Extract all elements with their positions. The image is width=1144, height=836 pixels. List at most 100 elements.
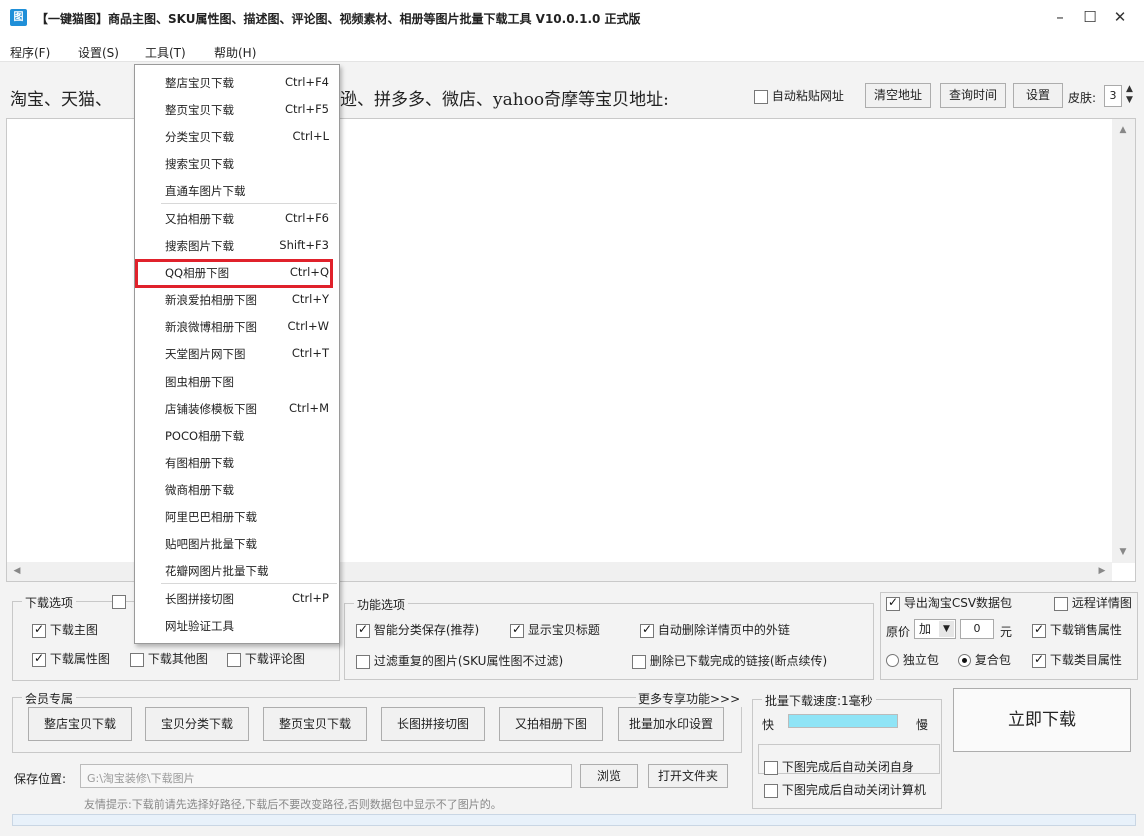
app-logo-icon: 图 [10,9,27,26]
member-youpai-album-button[interactable]: 又拍相册下图 [499,707,603,741]
tools-menu-item[interactable]: 天堂图片网下图 Ctrl+T [135,340,339,367]
clear-url-button[interactable]: 清空地址 [865,83,931,108]
remote-detail-checkbox[interactable]: 远程详情图 [1054,594,1132,611]
download-main-image-checkbox[interactable]: 下载主图 [32,621,98,638]
download-sales-attr-checkbox[interactable]: 下载销售属性 [1032,621,1122,638]
member-category-download-button[interactable]: 宝贝分类下载 [145,707,249,741]
minimize-button[interactable]: – [1046,4,1074,30]
member-long-image-button[interactable]: 长图拼接切图 [381,707,485,741]
tools-menu-item[interactable]: 网址验证工具 [135,612,339,639]
menu-help[interactable]: 帮助(H) [214,44,256,61]
open-folder-button[interactable]: 打开文件夹 [648,764,728,788]
menu-settings[interactable]: 设置(S) [78,44,119,61]
menu-separator [161,203,337,204]
tools-menu-item[interactable]: 整页宝贝下载 Ctrl+F5 [135,96,339,123]
member-store-download-button[interactable]: 整店宝贝下载 [28,707,132,741]
tools-menu-item-label: 又拍相册下载 [165,212,234,226]
download-category-attr-label: 下载类目属性 [1049,653,1122,667]
vertical-scrollbar[interactable] [1112,119,1135,563]
tools-menu-item[interactable]: 搜索图片下载 Shift+F3 [135,232,339,259]
tools-menu-item[interactable]: 长图拼接切图 Ctrl+P [135,585,339,612]
download-options-extra-checkbox[interactable] [112,594,126,609]
delete-done-links-checkbox[interactable]: 删除已下载完成的链接(断点续传) [632,652,827,669]
combo-package-label: 复合包 [974,653,1011,667]
scroll-left-icon[interactable]: ◀ [8,562,26,580]
tools-menu-item-label: 分类宝贝下载 [165,130,234,144]
tools-menu-item[interactable]: 有图相册下载 [135,449,339,476]
download-attr-image-label: 下载属性图 [49,652,110,666]
tools-menu-item-label: 新浪爱拍相册下图 [165,293,257,307]
settings-button[interactable]: 设置 [1013,83,1063,108]
tools-menu-item-label: 搜索宝贝下载 [165,157,234,171]
tools-menu-item-shortcut: Ctrl+F4 [284,75,329,89]
tools-menu-item[interactable]: 新浪微博相册下图 Ctrl+W [135,313,339,340]
tools-menu-item-label: 阿里巴巴相册下载 [165,510,257,524]
tools-menu-item-label: 搜索图片下载 [165,239,234,253]
price-label: 原价 [886,625,911,639]
filter-duplicate-checkbox[interactable]: 过滤重复的图片(SKU属性图不过滤) [356,652,563,669]
auto-remove-links-label: 自动删除详情页中的外链 [657,623,790,637]
price-unit: 元 [1000,625,1013,639]
tools-menu-item-label: 新浪微博相册下图 [165,320,257,334]
price-operator-select[interactable]: 加 ▼ [914,619,956,639]
url-label-right: 逊、拼多多、微店、yahoo奇摩等宝贝地址: [340,90,669,110]
price-value-input[interactable]: 0 [960,619,994,639]
download-comment-image-checkbox[interactable]: 下载评论图 [227,650,305,667]
download-now-button[interactable]: 立即下载 [953,688,1131,752]
download-category-attr-checkbox[interactable]: 下载类目属性 [1032,651,1122,668]
tools-menu-item-label: 整店宝贝下载 [165,76,234,90]
menu-program[interactable]: 程序(F) [10,44,50,61]
export-csv-checkbox[interactable]: 导出淘宝CSV数据包 [886,594,1016,611]
tools-menu-item[interactable]: 花瓣网图片批量下载 [135,557,339,584]
price-operator-value: 加 [919,622,932,636]
show-title-checkbox[interactable]: 显示宝贝标题 [510,621,600,638]
tools-menu-item-shortcut: Ctrl+Y [291,292,329,306]
close-button[interactable]: ✕ [1106,4,1134,30]
tools-menu-item-label: 有图相册下载 [165,456,234,470]
tip-text: 友情提示:下载前请先选择好路径,下载后不要改变路径,否则数据包中显示不了图片的。 [84,798,502,811]
query-time-button[interactable]: 查询时间 [940,83,1006,108]
scroll-down-icon[interactable]: ▼ [1114,543,1132,561]
tools-menu-item[interactable]: 阿里巴巴相册下载 [135,503,339,530]
tools-menu-item[interactable]: 贴吧图片批量下载 [135,530,339,557]
auto-remove-links-checkbox[interactable]: 自动删除详情页中的外链 [640,621,790,638]
tools-menu-item[interactable]: 直通车图片下载 [135,177,339,204]
smart-save-checkbox[interactable]: 智能分类保存(推荐) [356,621,479,638]
browse-button[interactable]: 浏览 [580,764,638,788]
save-path-input[interactable]: G:\淘宝装修\下载图片 [80,764,572,788]
scroll-up-icon[interactable]: ▲ [1114,121,1132,139]
menu-tools[interactable]: 工具(T) [145,44,186,61]
tools-menu-item-label: 微商相册下载 [165,483,234,497]
more-features-link[interactable]: 更多专享功能>>> [636,690,743,707]
download-attr-image-checkbox[interactable]: 下载属性图 [32,650,110,667]
close-self-checkbox[interactable]: 下图完成后自动关闭自身 [764,758,914,775]
download-other-image-checkbox[interactable]: 下载其他图 [130,650,208,667]
skin-input[interactable]: 3 [1104,85,1122,107]
tools-menu-item[interactable]: 图虫相册下图 [135,368,339,395]
speed-slider-fill [789,715,897,727]
maximize-button[interactable]: ☐ [1076,4,1104,30]
auto-paste-checkbox[interactable]: 自动粘贴网址 [754,87,844,104]
single-package-radio[interactable]: 独立包 [886,651,939,668]
tools-menu-item[interactable]: 新浪爱拍相册下图 Ctrl+Y [135,286,339,313]
member-page-download-button[interactable]: 整页宝贝下载 [263,707,367,741]
tools-menu-item[interactable]: 搜索宝贝下载 [135,150,339,177]
skin-spinner[interactable]: ▲ ▼ [1126,84,1133,106]
scroll-right-icon[interactable]: ▶ [1093,562,1111,580]
single-package-label: 独立包 [902,653,939,667]
speed-slow-label: 慢 [916,718,929,732]
tools-menu-item[interactable]: 店铺装修模板下图 Ctrl+M [135,395,339,422]
tools-menu-item[interactable]: POCO相册下载 [135,422,339,449]
combo-package-radio[interactable]: 复合包 [958,651,1011,668]
tools-menu-item[interactable]: 又拍相册下载 Ctrl+F6 [135,205,339,232]
tools-menu-item-shortcut: Shift+F3 [279,238,329,252]
member-watermark-button[interactable]: 批量加水印设置 [618,707,724,741]
tools-menu-item[interactable]: 分类宝贝下载 Ctrl+L [135,123,339,150]
tools-menu-item-label: 整页宝贝下载 [165,103,234,117]
tools-menu-item-label: 网址验证工具 [165,619,234,633]
tools-menu-item-shortcut: Ctrl+F5 [284,102,329,116]
shutdown-checkbox[interactable]: 下图完成后自动关闭计算机 [764,781,926,798]
tools-menu-item[interactable]: 微商相册下载 [135,476,339,503]
tools-menu-item[interactable]: 整店宝贝下载 Ctrl+F4 [135,69,339,96]
skin-label: 皮肤: [1068,91,1097,105]
